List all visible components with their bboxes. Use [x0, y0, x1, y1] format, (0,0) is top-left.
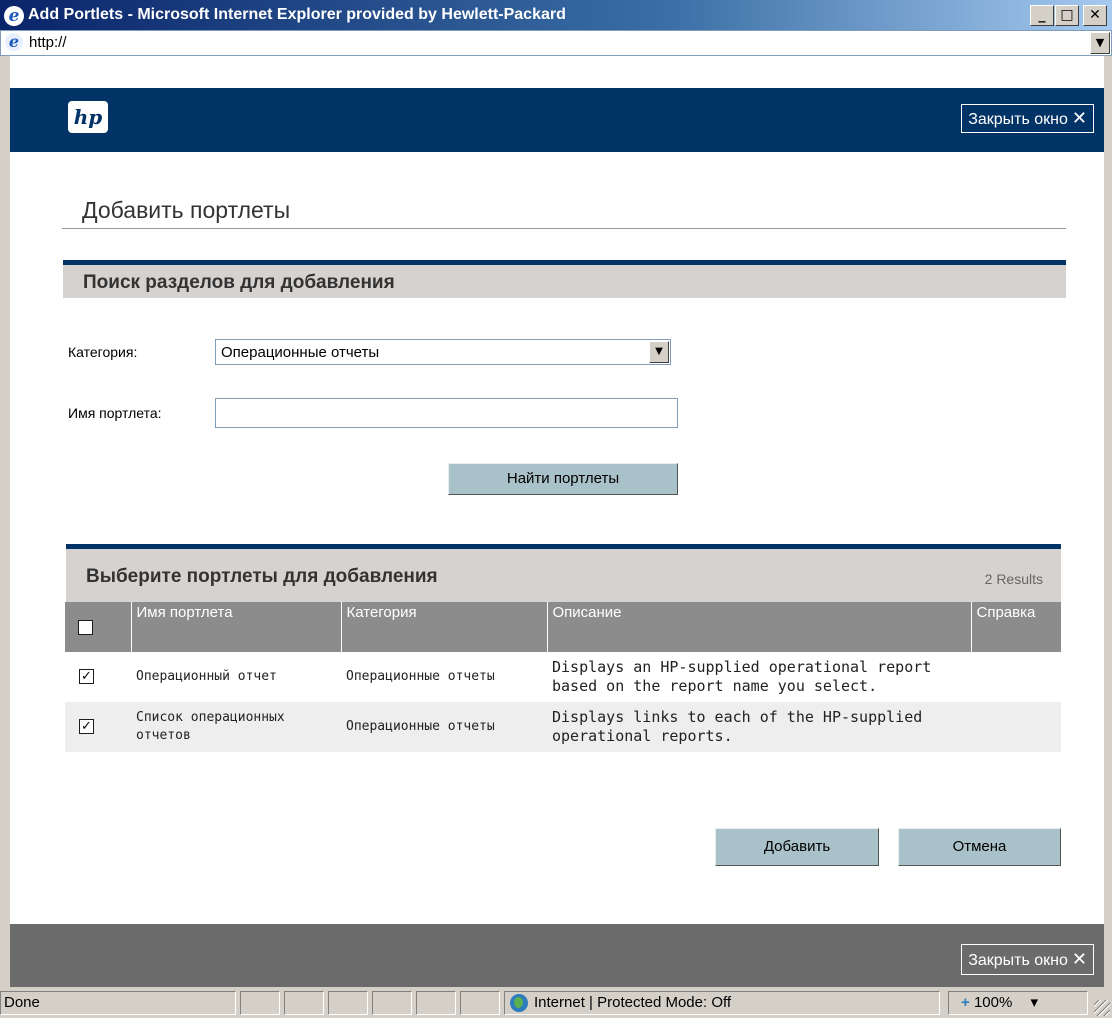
minimize-button[interactable]: _: [1030, 5, 1054, 26]
page-content: hp Закрыть окно ✕ Добавить портлеты Поиск…: [0, 56, 1112, 987]
page-header: hp Закрыть окно ✕: [10, 88, 1104, 152]
close-icon: ✕: [1071, 108, 1087, 128]
category-label: Категория:: [68, 344, 138, 360]
column-header-description[interactable]: Описание: [547, 602, 972, 652]
status-panel: [460, 991, 500, 1015]
portlet-help-cell: [971, 702, 1061, 752]
status-bar: Done Internet | Protected Mode: Off + 10…: [0, 987, 1112, 1018]
ie-page-icon: e: [5, 33, 23, 51]
page-title: Добавить портлеты: [82, 197, 291, 223]
search-section-header: Поиск разделов для добавления: [63, 260, 1066, 298]
select-all-checkbox[interactable]: [78, 620, 93, 635]
close-icon: ✕: [1071, 949, 1087, 969]
status-panel: [372, 991, 412, 1015]
portlet-name-cell: Операционный отчет: [136, 669, 277, 684]
portlet-category-cell: Операционные отчеты: [346, 669, 495, 684]
results-count: 2 Results: [984, 571, 1043, 587]
category-select[interactable]: Операционные отчеты ▼: [215, 339, 671, 365]
page-footer: Закрыть окно ✕: [10, 924, 1104, 987]
status-panel: [240, 991, 280, 1015]
globe-icon: [510, 994, 528, 1012]
find-portlets-button[interactable]: Найти портлеты: [448, 463, 678, 495]
divider: [62, 228, 1066, 229]
close-window-link-bottom[interactable]: Закрыть окно ✕: [961, 944, 1094, 975]
portlet-name-input[interactable]: [215, 398, 678, 428]
chevron-down-icon[interactable]: ▼: [1090, 32, 1110, 54]
row-checkbox-cell: ✓: [65, 702, 131, 752]
row-checkbox[interactable]: ✓: [79, 719, 94, 734]
ie-logo-icon: e: [4, 6, 24, 26]
close-window-link-top[interactable]: Закрыть окно ✕: [961, 104, 1094, 133]
results-section-header: Выберите портлеты для добавления 2 Resul…: [66, 544, 1061, 602]
table-row: ✓ Операционный отчет Операционные отчеты…: [65, 652, 1061, 702]
results-section-title: Выберите портлеты для добавления: [86, 566, 438, 587]
hp-logo: hp: [68, 101, 108, 133]
maximize-button[interactable]: □: [1055, 5, 1079, 26]
status-panel: [284, 991, 324, 1015]
address-bar[interactable]: e http:// ▼: [0, 30, 1112, 56]
column-header-help[interactable]: Справка: [971, 602, 1061, 652]
cancel-button[interactable]: Отмена: [898, 828, 1061, 866]
close-window-button[interactable]: ✕: [1083, 5, 1107, 26]
close-window-label: Закрыть окно: [968, 111, 1068, 128]
portlet-description-cell: Displays links to each of the HP-supplie…: [547, 702, 971, 752]
close-window-label: Закрыть окно: [968, 952, 1068, 969]
zoom-level: 100%: [973, 994, 1013, 1011]
zoom-control[interactable]: + 100% ▾: [948, 991, 1088, 1015]
row-checkbox[interactable]: ✓: [79, 669, 94, 684]
add-button[interactable]: Добавить: [715, 828, 879, 866]
address-url[interactable]: http://: [29, 34, 67, 52]
table-header-row: Имя портлета Категория Описание Справка: [65, 602, 1061, 652]
portlet-name-cell: Список операционных отчетов: [131, 702, 341, 752]
chevron-down-icon[interactable]: ▼: [649, 341, 669, 363]
portlet-help-cell: [971, 652, 1061, 702]
column-header-category[interactable]: Категория: [341, 602, 548, 652]
portlet-description-cell: Displays an HP-supplied operational repo…: [552, 658, 932, 695]
select-all-header: [65, 602, 132, 652]
category-select-value: Операционные отчеты: [221, 344, 380, 361]
portlets-table: Имя портлета Категория Описание Справка …: [65, 602, 1061, 752]
resize-grip-icon[interactable]: [1094, 1000, 1110, 1016]
column-header-name[interactable]: Имя портлета: [131, 602, 342, 652]
status-panel: [328, 991, 368, 1015]
row-checkbox-cell: ✓: [65, 652, 131, 702]
status-text: Done: [0, 991, 236, 1015]
security-zone-text: Internet | Protected Mode: Off: [534, 994, 732, 1011]
window-title-bar: e Add Portlets - Microsoft Internet Expl…: [0, 0, 1112, 30]
table-row: ✓ Список операционных отчетов Операционн…: [65, 702, 1061, 752]
security-zone[interactable]: Internet | Protected Mode: Off: [504, 991, 940, 1015]
portlet-name-label: Имя портлета:: [68, 405, 162, 421]
chevron-down-icon[interactable]: ▾: [1030, 994, 1038, 1011]
zoom-icon: +: [961, 994, 970, 1011]
status-panel: [416, 991, 456, 1015]
search-section-title: Поиск разделов для добавления: [83, 272, 395, 293]
portlet-category-cell: Операционные отчеты: [341, 702, 547, 752]
window-title: Add Portlets - Microsoft Internet Explor…: [28, 6, 566, 23]
